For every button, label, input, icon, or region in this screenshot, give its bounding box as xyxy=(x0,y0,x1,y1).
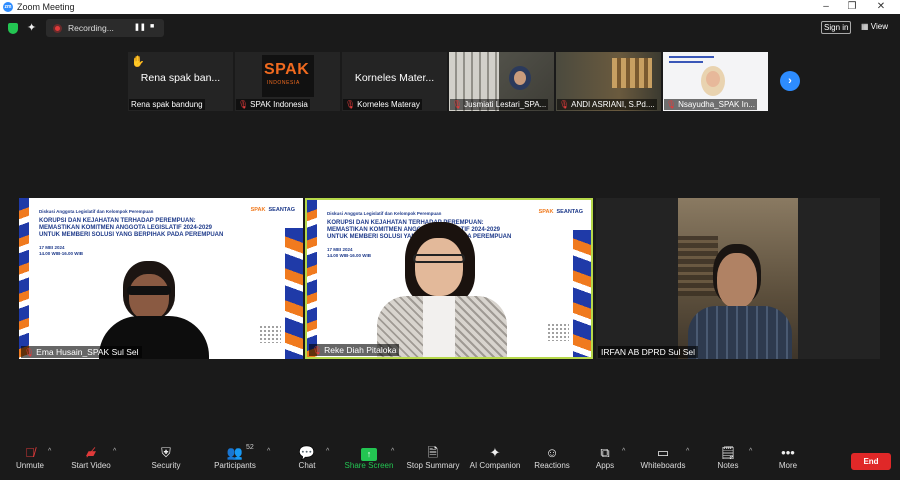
start-video-button[interactable]: ▰̸ Start Video xyxy=(61,444,121,470)
mic-muted-icon: 🎙 xyxy=(312,346,323,355)
participant-head xyxy=(415,238,463,296)
stop-recording-icon[interactable]: ■ xyxy=(150,23,154,30)
view-label: View xyxy=(870,22,888,31)
ai-companion-icon: ✦ xyxy=(489,445,501,460)
participant-label: 🎙 Nsayudha_SPAK In... xyxy=(664,99,757,110)
whiteboard-icon: ▭ xyxy=(656,445,670,460)
participant-name-large: Rena spak ban... xyxy=(140,72,221,84)
stop-summary-button[interactable]: 🗎 Stop Summary xyxy=(403,444,463,470)
reactions-button[interactable]: ☺ Reactions xyxy=(522,444,582,470)
participants-icon: 👥 xyxy=(226,445,244,460)
next-page-arrow-icon[interactable]: › xyxy=(780,71,800,91)
whiteboards-button[interactable]: ▭ Whiteboards xyxy=(633,444,693,470)
participant-label: 🎙 SPAK Indonesia xyxy=(236,99,310,110)
window-titlebar: zm Zoom Meeting – ❐ ✕ xyxy=(0,0,900,14)
video-tile-reke-active-speaker[interactable]: Diskusi Anggota Legislatif dan Kelompok … xyxy=(305,198,593,359)
shield-icon: ⛨ xyxy=(161,445,171,460)
meeting-toolbar: 🎙̸ Unmute ^ ▰̸ Start Video ^ ⛨ Security … xyxy=(0,440,900,480)
participant-label: 🎙 ANDI ASRIANI, S.Pd.... xyxy=(557,99,657,110)
more-dots-icon: ••• xyxy=(781,445,795,460)
mic-muted-icon: 🎙 xyxy=(666,100,677,109)
end-meeting-button[interactable]: End xyxy=(851,453,891,470)
glasses xyxy=(413,254,465,263)
reactions-icon: ☺ xyxy=(545,445,559,460)
participant-thumb-spak[interactable]: SPAK INDONESIA 🎙 SPAK Indonesia xyxy=(235,52,340,111)
participant-label: 🎙 Ema Husain_SPAK Sul Sel xyxy=(21,346,142,358)
pause-recording-icon[interactable]: ❚❚ xyxy=(134,23,146,31)
video-tile-irfan[interactable]: IRFAN AB DPRD Sul Sel xyxy=(596,198,880,359)
participant-label: 🎙 Reke Diah Pitaloka xyxy=(309,344,400,356)
recording-label: Recording... xyxy=(68,23,114,33)
sign-in-button[interactable]: Sign in xyxy=(821,21,852,34)
participant-thumb-rena[interactable]: ✋ Rena spak ban... Rena spak bandung xyxy=(128,52,233,111)
video-options-chevron-icon[interactable]: ^ xyxy=(113,448,116,455)
participants-button[interactable]: 👥 52 Participants xyxy=(205,444,265,470)
video-tile-ema[interactable]: Diskusi Anggota Legislatif dan Kelompok … xyxy=(19,198,303,359)
participant-label: 🎙 Jusmiati Lestari_SPA... xyxy=(450,99,549,110)
participant-label: Rena spak bandung xyxy=(129,99,205,110)
zoom-logo-icon: zm xyxy=(3,2,13,12)
audio-options-chevron-icon[interactable]: ^ xyxy=(48,448,51,455)
window-title: Zoom Meeting xyxy=(17,2,75,12)
apps-button[interactable]: ⧉ Apps xyxy=(575,444,635,470)
participants-options-chevron-icon[interactable]: ^ xyxy=(267,448,270,455)
participants-count: 52 xyxy=(246,444,254,451)
minimize-icon[interactable]: – xyxy=(817,0,835,14)
share-options-chevron-icon[interactable]: ^ xyxy=(391,448,394,455)
mic-muted-icon: 🎙 xyxy=(559,100,570,109)
ai-companion-button[interactable]: ✦ AI Companion xyxy=(465,444,525,470)
chat-options-chevron-icon[interactable]: ^ xyxy=(326,448,329,455)
restore-icon[interactable]: ❐ xyxy=(843,0,861,14)
spak-logo: SPAK INDONESIA xyxy=(262,55,314,97)
summary-doc-icon: 🗎 xyxy=(427,445,439,460)
glasses xyxy=(127,286,171,295)
mic-muted-icon: 🎙 xyxy=(452,100,463,109)
participant-label: 🎙 Korneles Materay xyxy=(343,99,422,110)
notes-options-chevron-icon[interactable]: ^ xyxy=(749,448,752,455)
participant-body xyxy=(688,306,792,359)
view-button[interactable]: ▦ View xyxy=(861,22,888,31)
apps-icon: ⧉ xyxy=(600,445,610,460)
mic-muted-icon: 🎙 xyxy=(345,100,356,109)
participant-label: IRFAN AB DPRD Sul Sel xyxy=(598,346,699,358)
ai-spark-icon[interactable]: ✦ xyxy=(27,21,36,34)
close-icon[interactable]: ✕ xyxy=(872,0,890,14)
participant-thumb-korneles[interactable]: Korneles Mater... 🎙 Korneles Materay xyxy=(342,52,447,111)
participant-thumb-nsayudha[interactable]: 🎙 Nsayudha_SPAK In... xyxy=(663,52,768,111)
raised-hand-icon: ✋ xyxy=(131,56,145,68)
recording-dot-icon xyxy=(53,23,62,33)
whiteboards-options-chevron-icon[interactable]: ^ xyxy=(686,448,689,455)
share-screen-icon: ↑ xyxy=(361,448,377,461)
participant-name-large: Korneles Mater... xyxy=(354,72,435,84)
security-button[interactable]: ⛨ Security xyxy=(136,444,196,470)
more-button[interactable]: ••• More xyxy=(758,444,818,470)
security-shield-icon[interactable] xyxy=(8,23,18,34)
meeting-topbar: ✦ Recording... ❚❚ ■ Sign in ▦ View xyxy=(0,14,900,42)
apps-options-chevron-icon[interactable]: ^ xyxy=(622,448,625,455)
mic-muted-icon: 🎙 xyxy=(24,348,35,357)
participant-head xyxy=(717,253,757,308)
share-screen-button[interactable]: ↑ Share Screen xyxy=(339,444,399,470)
recording-indicator: Recording... ❚❚ ■ xyxy=(46,19,164,37)
mic-muted-icon: 🎙 xyxy=(238,100,249,109)
video-off-icon: ▰̸ xyxy=(86,445,96,460)
participant-thumb-andi[interactable]: 🎙 ANDI ASRIANI, S.Pd.... xyxy=(556,52,661,111)
participant-thumb-jusmiati[interactable]: 🎙 Jusmiati Lestari_SPA... xyxy=(449,52,554,111)
